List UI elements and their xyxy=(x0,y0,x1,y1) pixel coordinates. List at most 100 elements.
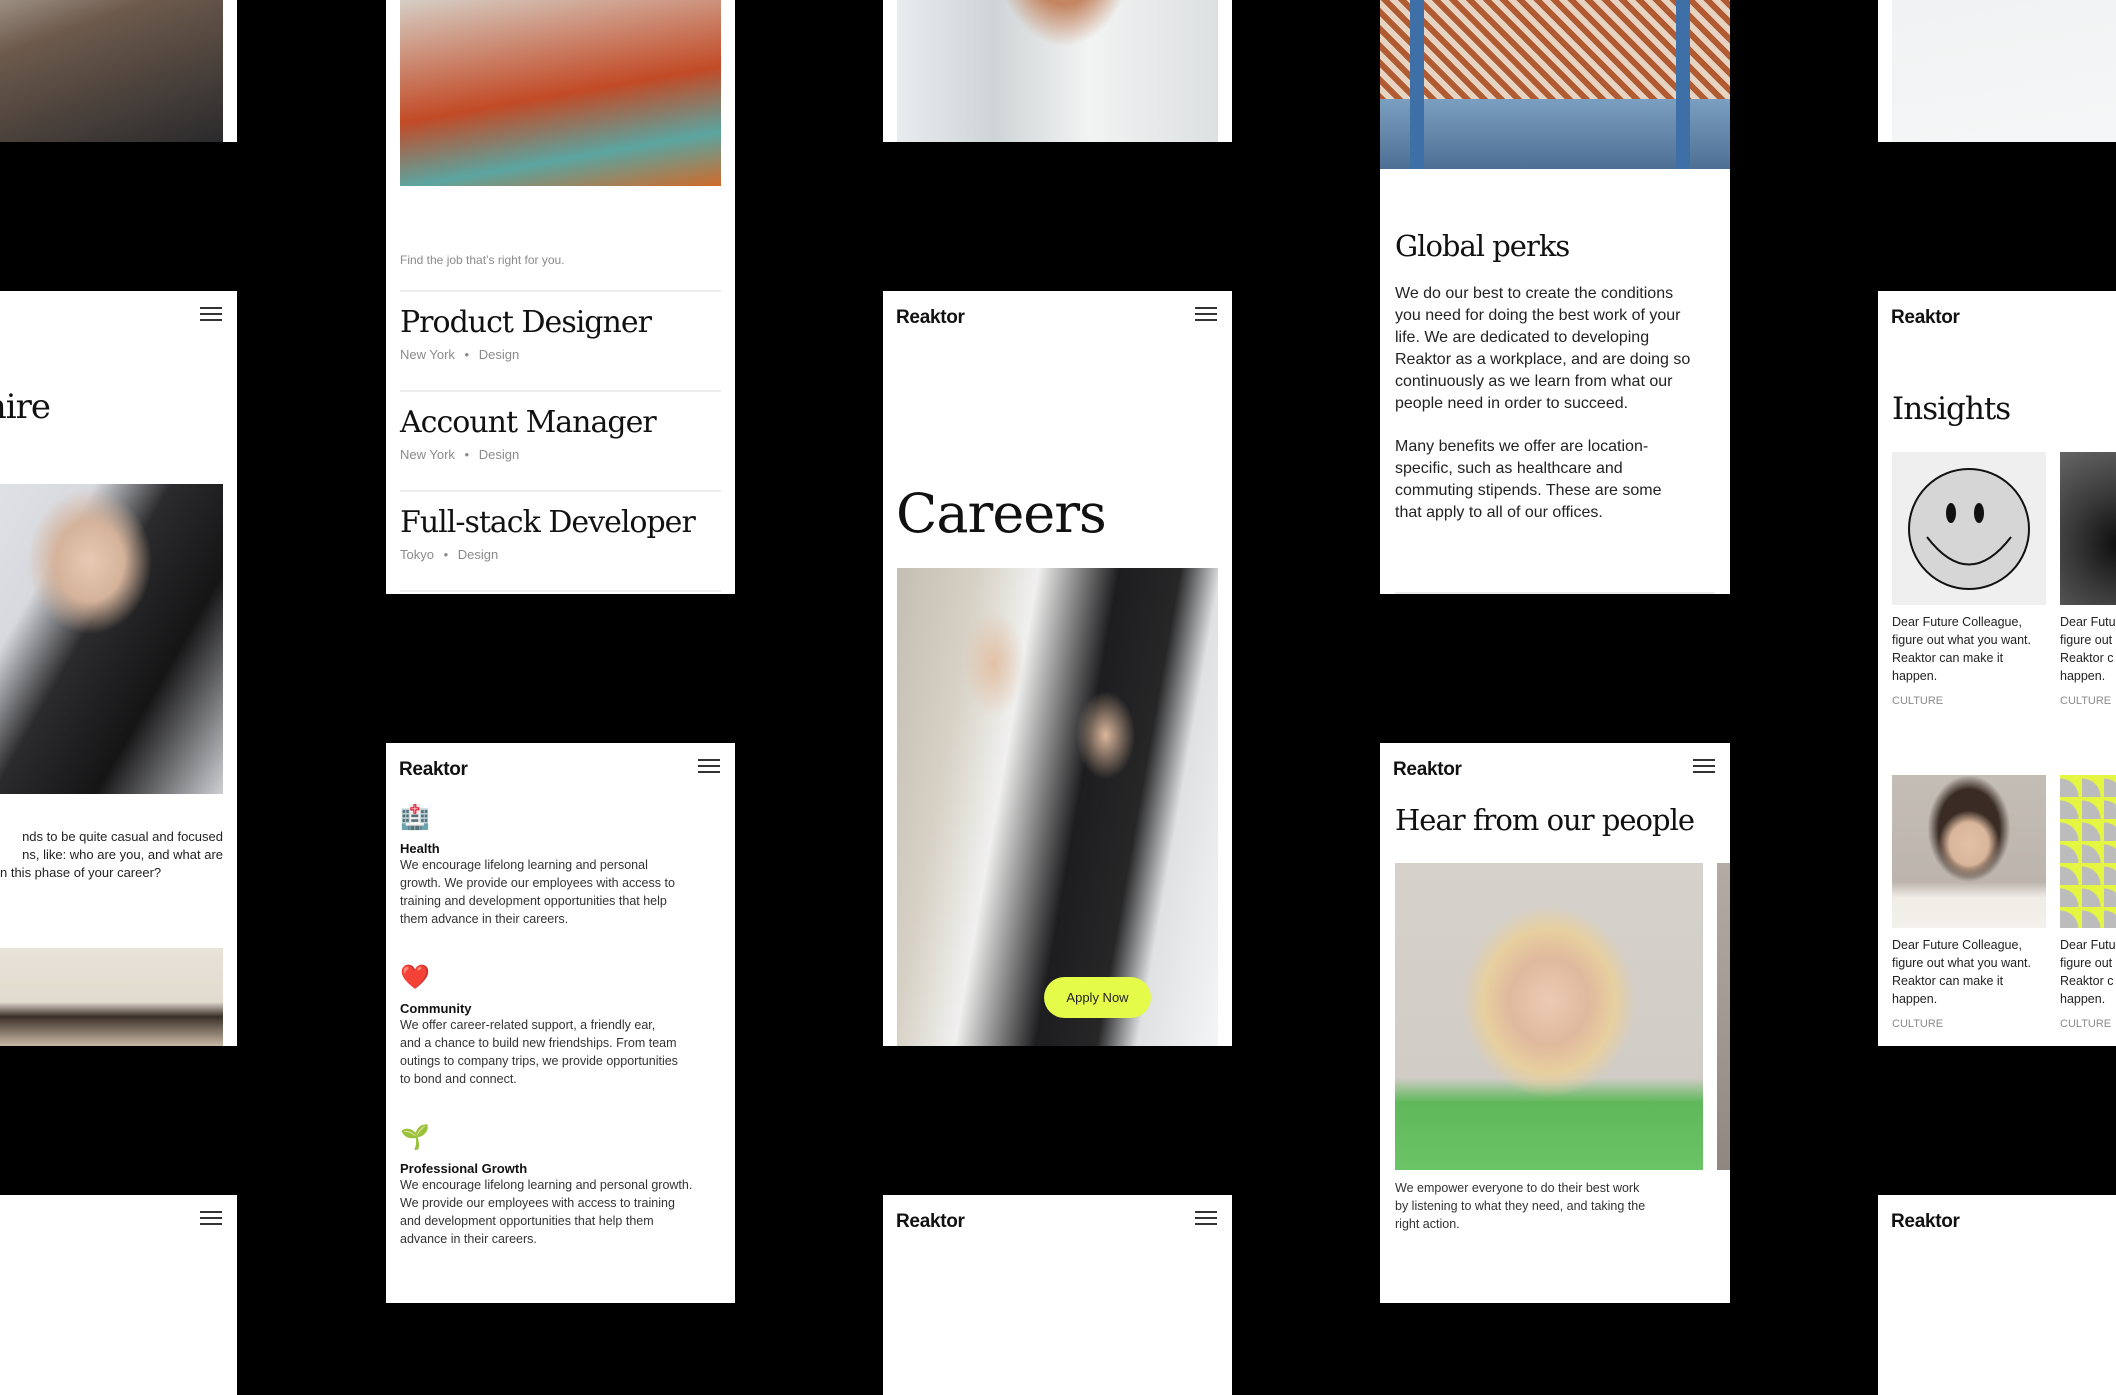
hire-body-line-3: n this phase of your career? xyxy=(0,865,162,880)
job-title: Product Designer xyxy=(400,305,652,340)
job-department: Design xyxy=(457,547,499,562)
bottom-center-panel: Reaktor xyxy=(883,1195,1232,1395)
whiteboard-photo xyxy=(0,948,223,1046)
hamburger-menu-icon[interactable] xyxy=(1195,307,1217,321)
reaktor-logo[interactable]: Reaktor xyxy=(1393,759,1462,781)
hire-heading-line-1: e hire xyxy=(0,387,51,427)
benefit-title: Professional Growth xyxy=(400,1161,528,1176)
hat-photo-panel xyxy=(883,0,1232,142)
benefit-item: 🌱 Professional Growth We encourage lifel… xyxy=(400,1123,730,1248)
insight-text-line: Reaktor c xyxy=(2060,974,2114,988)
reaktor-logo[interactable]: Reaktor xyxy=(1891,307,1960,329)
woman-laptop-photo xyxy=(0,484,223,794)
benefit-text-line: We provide our employees with access to … xyxy=(400,1196,675,1210)
perks-paragraph-line: Reaktor as a workplace, and are doing so xyxy=(1395,351,1691,368)
perks-paragraph-line: We do our best to create the conditions xyxy=(1395,285,1674,302)
people-panel: Reaktor Hear from our people We empower … xyxy=(1380,743,1730,1303)
bullet-separator: • xyxy=(464,447,470,462)
insight-tag: CULTURE xyxy=(1892,1018,1944,1030)
job-item[interactable]: Account Manager New York • Design xyxy=(400,405,721,485)
reaktor-logo[interactable]: Reaktor xyxy=(896,307,965,329)
benefit-text-line: We encourage lifelong learning and perso… xyxy=(400,1178,693,1192)
job-location: New York xyxy=(400,447,455,462)
job-title: Full-stack Developer xyxy=(400,505,696,540)
job-item[interactable]: Full-stack Developer Tokyo • Design xyxy=(400,505,721,585)
benefit-item: ❤️ Community We offer career-related sup… xyxy=(400,963,725,1088)
guitar-rug-photo xyxy=(400,0,721,186)
perks-paragraph-line: specific, such as healthcare and xyxy=(1395,460,1623,477)
divider xyxy=(400,390,721,392)
hamburger-menu-icon[interactable] xyxy=(200,1211,222,1225)
reaktor-logo[interactable]: Reaktor xyxy=(896,1211,965,1233)
insight-text-line: Reaktor c xyxy=(2060,651,2114,665)
benefit-text-line: outings to company trips, we provide opp… xyxy=(400,1054,678,1068)
benefit-text-line: We offer career-related support, a frien… xyxy=(400,1018,656,1032)
insight-card[interactable]: Dear Futu figure out Reaktor c happen. C… xyxy=(2060,452,2116,707)
bottom-left-panel xyxy=(0,1195,237,1395)
insight-text-line: Dear Future Colleague, xyxy=(1892,938,2022,952)
insight-text-line: figure out xyxy=(2060,633,2113,647)
benefit-text-line: them advance in their careers. xyxy=(400,912,569,926)
benefit-title: Health xyxy=(400,841,440,856)
divider xyxy=(1395,592,1715,594)
insight-card[interactable]: Dear Future Colleague, figure out what y… xyxy=(1892,452,2046,707)
jobs-intro: Find the job that’s right for you. xyxy=(400,253,565,267)
hospital-icon: 🏥 xyxy=(400,804,430,831)
careers-panel: Reaktor Careers Apply Now xyxy=(883,291,1232,1046)
benefit-text-line: to bond and connect. xyxy=(400,1072,517,1086)
hamburger-menu-icon[interactable] xyxy=(698,759,720,773)
seedling-icon: 🌱 xyxy=(400,1124,430,1151)
hire-panel: e hire rk nds to be quite casual and foc… xyxy=(0,291,237,1046)
people-caption-line: We empower everyone to do their best wor… xyxy=(1395,1181,1640,1195)
insight-text-line: figure out xyxy=(2060,956,2113,970)
perks-paragraph-line: Many benefits we offer are location- xyxy=(1395,438,1649,455)
perks-panel: Global perks We do our best to create th… xyxy=(1380,0,1730,594)
hire-heading-line-2: rk xyxy=(0,423,50,455)
people-caption-line: right action. xyxy=(1395,1217,1460,1231)
hamburger-menu-icon[interactable] xyxy=(200,307,222,321)
insight-text-line: figure out what you want. xyxy=(1892,956,2031,970)
insight-text-line: happen. xyxy=(1892,992,1938,1006)
reading-photo-panel xyxy=(0,0,237,142)
hire-body-line-1: nds to be quite casual and focused xyxy=(22,829,223,844)
benefit-text-line: advance in their careers. xyxy=(400,1232,537,1246)
reaktor-logo[interactable]: Reaktor xyxy=(399,759,468,781)
perks-paragraph-line: you need for doing the best work of your xyxy=(1395,307,1681,324)
benefit-title: Community xyxy=(400,1001,472,1016)
halftone-face-image xyxy=(2060,452,2116,605)
heart-icon: ❤️ xyxy=(400,964,430,991)
apply-now-button[interactable]: Apply Now xyxy=(1044,977,1151,1018)
job-item[interactable]: Product Designer New York • Design xyxy=(400,305,721,385)
job-location: Tokyo xyxy=(400,547,434,562)
insight-tag: CULTURE xyxy=(2060,1018,2112,1030)
insights-title: Insights xyxy=(1892,391,2011,427)
next-portrait-photo[interactable] xyxy=(1717,863,1730,1170)
job-title: Account Manager xyxy=(400,405,657,440)
insight-text-line: happen. xyxy=(2060,992,2106,1006)
insight-text-line: Dear Futu xyxy=(2060,615,2116,629)
hamburger-menu-icon[interactable] xyxy=(1195,1211,1217,1225)
insight-text-line: figure out what you want. xyxy=(1892,633,2031,647)
hire-body-line-2: ns, like: who are you, and what are xyxy=(22,847,223,862)
people-caption-line: by listening to what they need, and taki… xyxy=(1395,1199,1646,1213)
benefit-text-line: and development opportunities that help … xyxy=(400,1214,654,1228)
smiley-face-image xyxy=(1892,452,2046,605)
reaktor-logo[interactable]: Reaktor xyxy=(1891,1211,1960,1233)
job-department: Design xyxy=(478,347,520,362)
bullet-separator: • xyxy=(443,547,449,562)
hamburger-menu-icon[interactable] xyxy=(1693,759,1715,773)
bottom-right-panel: Reaktor xyxy=(1878,1195,2116,1395)
insight-text-line: Dear Futu xyxy=(2060,938,2116,952)
insights-panel: Reaktor Insights Dear Future Colleague, … xyxy=(1878,291,2116,1046)
geometric-pattern-image xyxy=(2060,775,2116,928)
benefit-text-line: training and development opportunities t… xyxy=(400,894,667,908)
employee-glasses-photo xyxy=(1892,775,2046,928)
insight-card[interactable]: Dear Future Colleague, figure out what y… xyxy=(1892,775,2046,1030)
job-department: Design xyxy=(478,447,520,462)
divider xyxy=(400,590,721,592)
benefit-text-line: We encourage lifelong learning and perso… xyxy=(400,858,648,872)
employee-portrait-photo[interactable] xyxy=(1395,863,1703,1170)
insight-card[interactable]: Dear Futu figure out Reaktor c happen. C… xyxy=(2060,775,2116,1030)
team-working-photo xyxy=(897,568,1218,1046)
insight-text-line: Reaktor can make it xyxy=(1892,974,2004,988)
